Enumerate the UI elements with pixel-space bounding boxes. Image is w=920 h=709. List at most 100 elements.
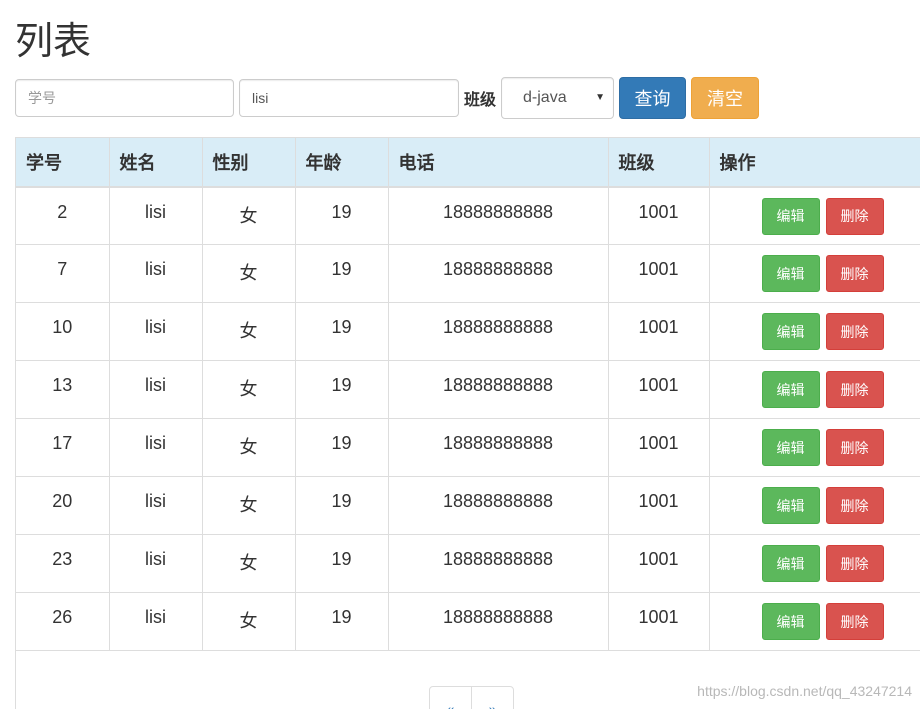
- cell-actions: 编辑 删除: [709, 592, 920, 651]
- cell-name: lisi: [109, 244, 203, 303]
- class-select[interactable]: d-java ▼: [501, 77, 615, 119]
- column-header-gender: 性别: [202, 137, 296, 188]
- caret-down-icon: ▼: [595, 92, 606, 103]
- prev-page-button[interactable]: «: [429, 686, 472, 709]
- next-page-button[interactable]: »: [471, 686, 514, 709]
- cell-actions: 编辑 删除: [709, 186, 920, 245]
- cell-gender: 女: [202, 534, 296, 593]
- student-id-input[interactable]: [15, 79, 234, 117]
- cell-class: 1001: [608, 244, 710, 303]
- cell-age: 19: [295, 302, 389, 361]
- edit-button[interactable]: 编辑: [761, 545, 820, 582]
- cell-id: 10: [16, 302, 110, 361]
- cell-gender: 女: [202, 302, 296, 361]
- edit-button[interactable]: 编辑: [761, 429, 820, 466]
- column-header-phone: 电话: [388, 137, 609, 188]
- student-table: 学号 姓名 性别 年龄 电话 班级 操作 2 lisi 女 19 1888888…: [16, 137, 920, 709]
- cell-id: 13: [16, 360, 110, 419]
- table-row: 23 lisi 女 19 18888888888 1001 编辑 删除: [16, 534, 920, 593]
- cell-name: lisi: [109, 418, 203, 477]
- cell-age: 19: [295, 534, 389, 593]
- pagination-row: « »: [16, 651, 920, 709]
- cell-gender: 女: [202, 186, 296, 245]
- page-title: 列表: [15, 21, 92, 63]
- column-header-age: 年龄: [295, 137, 389, 188]
- table-row: 20 lisi 女 19 18888888888 1001 编辑 删除: [16, 476, 920, 535]
- query-button[interactable]: 查询: [619, 77, 687, 119]
- delete-button[interactable]: 删除: [825, 487, 884, 524]
- cell-gender: 女: [202, 418, 296, 477]
- cell-name: lisi: [109, 534, 203, 593]
- cell-age: 19: [295, 592, 389, 651]
- cell-class: 1001: [608, 534, 710, 593]
- cell-gender: 女: [202, 476, 296, 535]
- table-row: 13 lisi 女 19 18888888888 1001 编辑 删除: [16, 360, 920, 419]
- student-table-wrapper: 学号 姓名 性别 年龄 电话 班级 操作 2 lisi 女 19 1888888…: [15, 137, 920, 709]
- table-row: 17 lisi 女 19 18888888888 1001 编辑 删除: [16, 418, 920, 477]
- cell-gender: 女: [202, 360, 296, 419]
- cell-gender: 女: [202, 244, 296, 303]
- student-name-input[interactable]: [239, 79, 459, 117]
- cell-name: lisi: [109, 302, 203, 361]
- column-header-name: 姓名: [109, 137, 203, 188]
- delete-button[interactable]: 删除: [825, 429, 884, 466]
- cell-id: 23: [16, 534, 110, 593]
- clear-button[interactable]: 清空: [691, 77, 760, 119]
- cell-age: 19: [295, 186, 389, 245]
- cell-phone: 18888888888: [388, 476, 609, 535]
- cell-class: 1001: [608, 476, 710, 535]
- page: 列表 班级 d-java ▼ 查询 清空 学号 姓名: [0, 0, 920, 709]
- cell-actions: 编辑 删除: [709, 476, 920, 535]
- cell-class: 1001: [608, 360, 710, 419]
- cell-phone: 18888888888: [388, 186, 609, 245]
- cell-age: 19: [295, 360, 389, 419]
- cell-name: lisi: [109, 592, 203, 651]
- cell-phone: 18888888888: [388, 534, 609, 593]
- cell-name: lisi: [109, 476, 203, 535]
- cell-phone: 18888888888: [388, 302, 609, 361]
- cell-id: 20: [16, 476, 110, 535]
- cell-phone: 18888888888: [388, 244, 609, 303]
- column-header-actions: 操作: [709, 137, 920, 188]
- cell-age: 19: [295, 244, 389, 303]
- delete-button[interactable]: 删除: [825, 197, 884, 235]
- table-row: 7 lisi 女 19 18888888888 1001 编辑 删除: [16, 244, 920, 303]
- table-row: 10 lisi 女 19 18888888888 1001 编辑 删除: [16, 302, 920, 361]
- class-select-value: d-java: [523, 89, 567, 106]
- cell-id: 7: [16, 244, 110, 303]
- cell-class: 1001: [608, 418, 710, 477]
- table-header-row: 学号 姓名 性别 年龄 电话 班级 操作: [16, 137, 920, 188]
- delete-button[interactable]: 删除: [825, 603, 884, 640]
- cell-phone: 18888888888: [388, 360, 609, 419]
- cell-age: 19: [295, 476, 389, 535]
- delete-button[interactable]: 删除: [825, 371, 884, 408]
- cell-name: lisi: [109, 360, 203, 419]
- column-header-class: 班级: [608, 137, 710, 188]
- edit-button[interactable]: 编辑: [761, 197, 820, 235]
- cell-class: 1001: [608, 302, 710, 361]
- cell-actions: 编辑 删除: [709, 244, 920, 303]
- edit-button[interactable]: 编辑: [761, 313, 820, 350]
- delete-button[interactable]: 删除: [825, 255, 884, 292]
- class-label: 班级: [464, 92, 497, 109]
- cell-actions: 编辑 删除: [709, 534, 920, 593]
- cell-gender: 女: [202, 592, 296, 651]
- edit-button[interactable]: 编辑: [761, 487, 820, 524]
- cell-phone: 18888888888: [388, 592, 609, 651]
- search-bar: 班级 d-java ▼ 查询 清空: [15, 77, 760, 119]
- cell-actions: 编辑 删除: [709, 418, 920, 477]
- cell-actions: 编辑 删除: [709, 302, 920, 361]
- delete-button[interactable]: 删除: [825, 545, 884, 582]
- cell-id: 17: [16, 418, 110, 477]
- edit-button[interactable]: 编辑: [761, 255, 820, 292]
- cell-id: 2: [16, 186, 110, 245]
- edit-button[interactable]: 编辑: [761, 603, 820, 640]
- cell-class: 1001: [608, 592, 710, 651]
- table-row: 26 lisi 女 19 18888888888 1001 编辑 删除: [16, 592, 920, 651]
- cell-actions: 编辑 删除: [709, 360, 920, 419]
- edit-button[interactable]: 编辑: [761, 371, 820, 408]
- delete-button[interactable]: 删除: [825, 313, 884, 350]
- cell-id: 26: [16, 592, 110, 651]
- cell-phone: 18888888888: [388, 418, 609, 477]
- column-header-id: 学号: [16, 137, 110, 188]
